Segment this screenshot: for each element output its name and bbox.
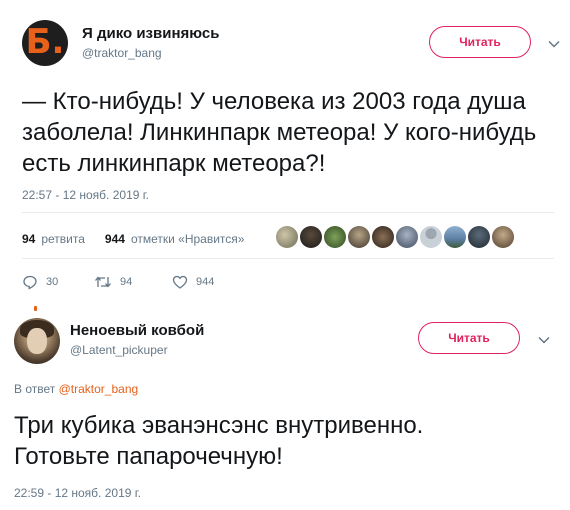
divider <box>22 258 554 259</box>
follow-button[interactable]: Читать <box>429 26 531 58</box>
liker-avatar[interactable] <box>396 226 418 248</box>
avatar[interactable] <box>14 318 60 364</box>
divider <box>22 212 554 213</box>
retweets-count[interactable]: 94 <box>22 232 35 246</box>
liker-avatar[interactable] <box>492 226 514 248</box>
liker-avatar[interactable] <box>468 226 490 248</box>
likers-avatars <box>276 226 514 248</box>
liker-avatar[interactable] <box>444 226 466 248</box>
like-action[interactable]: 944 <box>172 274 214 290</box>
chevron-down-icon[interactable] <box>546 36 562 52</box>
tweet-timestamp[interactable]: 22:59 - 12 нояб. 2019 г. <box>14 486 141 500</box>
reply-to-label: В ответ @traktor_bang <box>14 382 138 396</box>
liker-avatar[interactable] <box>420 226 442 248</box>
tweet-text: — Кто-нибудь! У человека из 2003 года ду… <box>22 88 537 177</box>
reply-count: 30 <box>46 276 59 288</box>
display-name[interactable]: Я дико извиняюсь <box>82 25 219 42</box>
retweet-action[interactable]: 94 <box>94 274 172 290</box>
likes-label[interactable]: отметки «Нравится» <box>131 232 245 246</box>
retweet-count: 94 <box>120 276 133 288</box>
avatar-letter: Б. <box>25 22 65 62</box>
tweet-actions: 30 94 944 <box>22 274 214 290</box>
chevron-down-icon[interactable] <box>536 332 552 348</box>
reply-icon <box>23 275 37 290</box>
likes-count[interactable]: 944 <box>105 232 125 246</box>
tweet-timestamp[interactable]: 22:57 - 12 нояб. 2019 г. <box>22 188 149 202</box>
retweets-label[interactable]: ретвита <box>41 232 85 246</box>
reply-prefix: В ответ <box>14 382 56 396</box>
liker-avatar[interactable] <box>324 226 346 248</box>
liker-avatar[interactable] <box>348 226 370 248</box>
liker-avatar[interactable] <box>276 226 298 248</box>
avatar[interactable]: Б. <box>22 20 68 66</box>
follow-button[interactable]: Читать <box>418 322 520 354</box>
thread-connector <box>34 306 37 311</box>
liker-avatar[interactable] <box>372 226 394 248</box>
tweet-stats: 94 ретвита 944 отметки «Нравится» <box>22 232 244 246</box>
liker-avatar[interactable] <box>300 226 322 248</box>
reply-mention-link[interactable]: @traktor_bang <box>59 382 139 396</box>
like-icon <box>172 275 188 289</box>
user-handle[interactable]: @traktor_bang <box>82 46 162 60</box>
user-handle[interactable]: @Latent_pickuper <box>70 343 168 357</box>
reply-action[interactable]: 30 <box>22 274 94 290</box>
display-name[interactable]: Неноевый ковбой <box>70 322 204 339</box>
retweet-icon <box>95 276 111 288</box>
tweet-text: Три кубика эванэнсэнс внутривенно. Готов… <box>14 412 424 470</box>
like-count: 944 <box>196 276 215 288</box>
